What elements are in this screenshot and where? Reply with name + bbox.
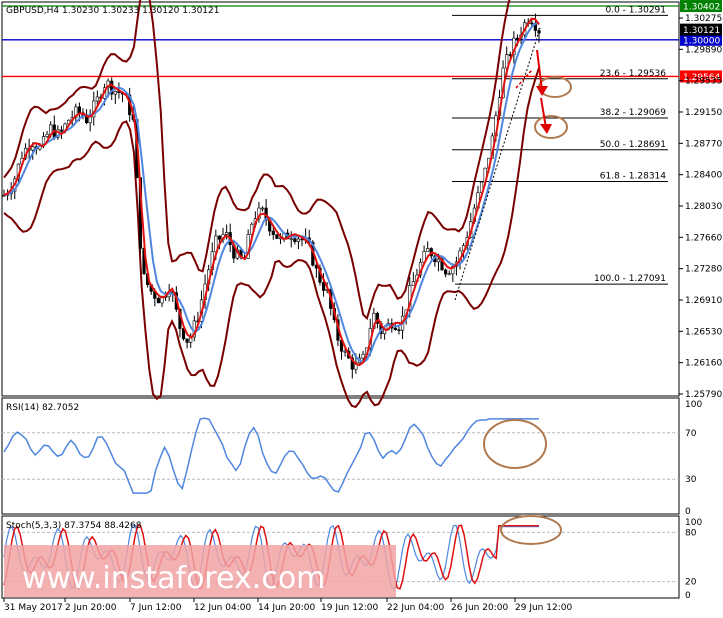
candle-body [444,269,448,275]
candle-body [185,338,189,343]
price-tick-label: 1.30275 [685,14,722,24]
time-tick-label: 26 Jun 20:00 [451,603,508,613]
stoch-label: Stoch(5,3,3) 87.3754 88.4268 [6,521,142,531]
price-tick-label: 1.28030 [685,202,722,212]
candle-body [113,90,117,95]
price-tick-label: 1.29150 [685,108,722,118]
candle-body [343,350,347,353]
fib-level-label: 23.6 - 1.29536 [600,69,666,79]
candle-body [397,329,401,332]
candle-body [530,22,534,25]
watermark: www.instaforex.com [4,545,396,597]
price-tick-label: 1.25790 [685,390,722,400]
stoch-tick-label: 100 [685,518,702,528]
candle-body [361,354,365,359]
level-price-label: 1.30402 [683,3,720,13]
price-tick-label: 1.26160 [685,359,722,369]
time-tick-label: 14 Jun 20:00 [258,603,315,613]
time-tick-label: 7 Jun 12:00 [130,603,182,613]
stoch-tick-label: 20 [685,578,697,588]
fib-level-label: 0.0 - 1.30291 [606,5,667,15]
price-tick-label: 1.26530 [685,327,722,337]
fib-level-label: 61.8 - 1.28314 [600,171,666,181]
time-tick-label: 22 Jun 04:00 [387,603,444,613]
candle-body [436,258,441,263]
current-price-label: 1.30121 [683,26,720,36]
rsi-panel [1,397,680,515]
rsi-tick-label: 100 [685,400,702,410]
candle-body [296,238,301,242]
price-tick-label: 1.27660 [685,233,722,243]
time-tick-label: 12 Jun 04:00 [194,603,251,613]
candle-body [217,235,222,240]
price-tick-label: 1.29535 [685,77,722,87]
candle-body [426,248,430,252]
chart: 0.0 - 1.30291 23.6 - 1.29536 38.2 - 1.2906… [1,0,722,613]
candle-body [411,281,415,286]
price-tick-label: 1.29890 [685,45,722,55]
stoch-tick-label: 80 [685,528,697,538]
rsi-tick-label: 30 [685,475,697,485]
rsi-label: RSI(14) 82.7052 [6,403,79,413]
candle-body [31,146,35,151]
time-tick-label: 2 Jun 20:00 [65,603,117,613]
candle-body [77,106,82,114]
price-tick-label: 1.27280 [685,265,722,275]
candle-body [271,230,275,235]
candle-body [45,133,49,137]
candle-body [289,238,293,240]
fib-level-label: 38.2 - 1.29069 [600,108,666,118]
rsi-tick-label: 0 [685,507,691,517]
candle-body [95,96,99,102]
price-tick-label: 1.28400 [685,171,722,181]
stoch-tick-label: 0 [685,591,691,601]
candle-body [293,238,297,242]
candle-body [156,298,160,304]
candle-body [225,232,229,235]
price-tick-label: 1.26910 [685,296,722,306]
time-tick-label: 31 May 2017 [4,603,63,613]
candle-body [447,273,451,276]
price-tick-label: 1.28770 [685,139,722,149]
fib-level-label: 100.0 - 1.27091 [594,274,666,284]
rsi-tick-label: 70 [685,429,697,439]
candle-body [393,327,397,331]
time-tick-label: 19 Jun 12:00 [321,603,378,613]
chart-header: GBPUSD,H4 1.30230 1.30233 1.30120 1.3012… [6,6,219,16]
time-tick-label: 29 Jun 12:00 [515,603,572,613]
candle-body [515,37,520,40]
fib-level-label: 50.0 - 1.28691 [600,140,666,150]
candle-body [88,116,92,124]
watermark-text: www.instaforex.com [22,561,325,596]
candle-body [260,207,265,210]
candle-body [275,234,279,239]
candle-body [59,129,64,132]
